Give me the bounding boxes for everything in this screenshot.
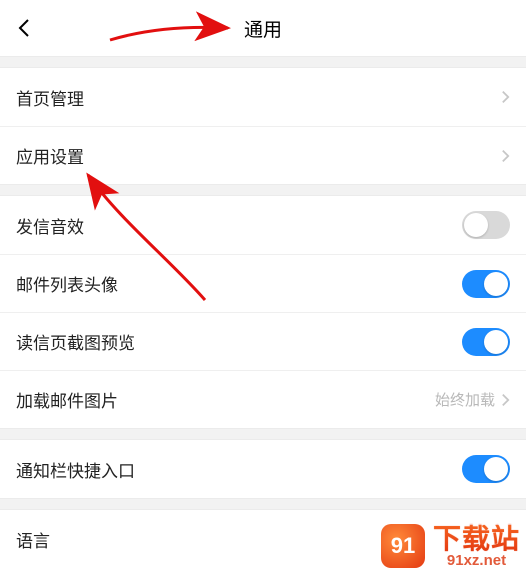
row-mail-list-avatar: 邮件列表头像 — [0, 254, 526, 312]
row-notification-shortcut: 通知栏快捷入口 — [0, 440, 526, 498]
chevron-right-icon — [501, 148, 510, 164]
toggle-send-sound[interactable] — [462, 211, 510, 239]
watermark-url: 91xz.net — [447, 553, 506, 568]
row-label: 首页管理 — [16, 85, 501, 110]
header: 通用 — [0, 0, 526, 56]
row-label: 发信音效 — [16, 213, 462, 238]
row-label: 应用设置 — [16, 143, 501, 168]
chevron-right-icon — [501, 89, 510, 105]
row-label: 邮件列表头像 — [16, 271, 462, 296]
toggle-mail-list-avatar[interactable] — [462, 270, 510, 298]
row-load-images[interactable]: 加载邮件图片 始终加载 — [0, 370, 526, 428]
watermark-logo: 91 — [381, 524, 425, 568]
toggle-read-preview[interactable] — [462, 328, 510, 356]
row-read-preview: 读信页截图预览 — [0, 312, 526, 370]
row-label: 通知栏快捷入口 — [16, 457, 462, 482]
section-gap — [0, 498, 526, 510]
section-gap — [0, 56, 526, 68]
section-gap — [0, 428, 526, 440]
back-button[interactable] — [12, 16, 36, 40]
watermark: 91 下载站 91xz.net — [381, 524, 520, 568]
row-send-sound: 发信音效 — [0, 196, 526, 254]
row-label: 加载邮件图片 — [16, 387, 435, 412]
watermark-brand: 下载站 — [433, 525, 520, 553]
toggle-notification-shortcut[interactable] — [462, 455, 510, 483]
row-app-settings[interactable]: 应用设置 — [0, 126, 526, 184]
page-title: 通用 — [244, 15, 282, 42]
chevron-right-icon — [501, 392, 510, 408]
section-gap — [0, 184, 526, 196]
row-home-management[interactable]: 首页管理 — [0, 68, 526, 126]
chevron-left-icon — [18, 18, 30, 38]
row-label: 读信页截图预览 — [16, 329, 462, 354]
row-value: 始终加载 — [435, 389, 495, 410]
